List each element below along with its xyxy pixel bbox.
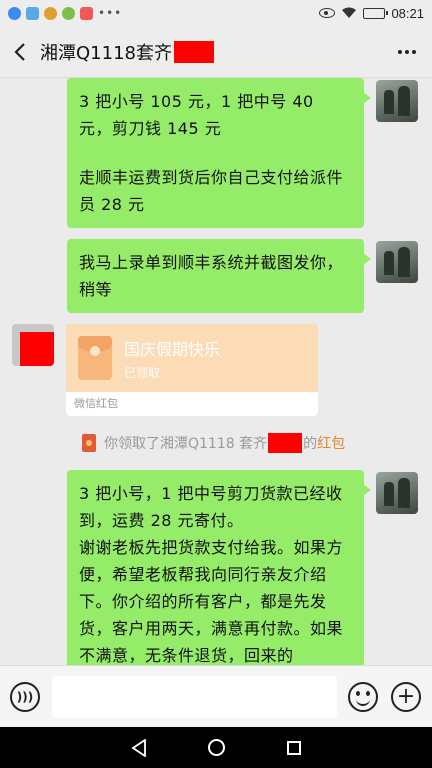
- system-nav-bar: [0, 727, 432, 768]
- redaction-box: [268, 433, 303, 453]
- voice-icon: ))): [16, 690, 34, 704]
- more-actions-button[interactable]: +: [391, 682, 421, 712]
- app-icon-red: [80, 6, 93, 20]
- red-packet-link[interactable]: 红包: [317, 433, 345, 453]
- red-packet-card[interactable]: 国庆假期快乐 已领取 微信红包: [66, 324, 318, 416]
- app-icon-green: [44, 6, 57, 20]
- message-text: 走顺丰运费到货后你自己支付给派件员 28 元: [79, 168, 344, 214]
- triangle-back-icon: [131, 738, 146, 757]
- status-time: 08:21: [391, 5, 424, 21]
- battery-icon: [363, 7, 389, 19]
- message-bubble[interactable]: 3 把小号，1 把中号剪刀货款已经收到，运费 28 元寄付。 谢谢老板先把货款支…: [67, 470, 371, 665]
- red-packet-small-icon: [82, 434, 96, 452]
- dot-icon: [398, 49, 402, 54]
- app-icon-yellow: [62, 6, 75, 20]
- redaction-box: [20, 332, 54, 366]
- status-right: 08:21: [319, 6, 424, 21]
- dot-icon: [405, 49, 409, 54]
- wifi-icon: [342, 7, 357, 18]
- nav-home-button[interactable]: [208, 739, 226, 756]
- contact-avatar[interactable]: [12, 324, 54, 366]
- red-packet-icon: [78, 336, 112, 380]
- more-options-button[interactable]: [382, 26, 432, 78]
- notice-text: 你领取了湘潭Q1118 套齐: [104, 436, 268, 452]
- red-packet-title: 国庆假期快乐: [124, 339, 221, 359]
- self-avatar[interactable]: [376, 80, 418, 122]
- app-icon-blue: [8, 6, 21, 20]
- chat-title: 湘潭Q1118套齐: [40, 42, 172, 64]
- voice-input-button[interactable]: ))): [10, 682, 40, 712]
- overflow-dots-icon: •••: [98, 6, 123, 20]
- message-text: 3 把小号，1 把中号剪刀货款已经收到，运费 28 元寄付。: [79, 484, 343, 530]
- nav-recent-apps-button[interactable]: [287, 740, 302, 755]
- status-left: •••: [8, 6, 122, 20]
- red-packet-body: 国庆假期快乐 已领取: [66, 324, 318, 392]
- app-icon-lightblue: [26, 6, 39, 20]
- message-text: 3 把小号 105 元，1 把中号 40 元，剪刀钱 145 元: [79, 92, 314, 138]
- input-bar: ))) +: [0, 665, 432, 727]
- red-packet-footer: 微信红包: [66, 392, 318, 416]
- eye-icon: [319, 8, 336, 18]
- chat-area[interactable]: 3 把小号 105 元，1 把中号 40 元，剪刀钱 145 元 走顺丰运费到货…: [0, 78, 432, 665]
- redaction-box: [173, 40, 214, 63]
- self-avatar[interactable]: [376, 241, 418, 283]
- red-packet-status: 已领取: [124, 365, 161, 380]
- chat-header: 湘潭Q1118套齐: [0, 26, 432, 78]
- message-input[interactable]: [52, 676, 337, 718]
- back-button[interactable]: [0, 26, 40, 78]
- system-notice: 你领取了湘潭Q1118 套齐 的 红包: [82, 432, 345, 454]
- status-bar: ••• 08:21: [0, 0, 432, 26]
- chevron-left-icon: [14, 42, 25, 61]
- message-bubble[interactable]: 3 把小号 105 元，1 把中号 40 元，剪刀钱 145 元 走顺丰运费到货…: [67, 78, 371, 228]
- message-text: 谢谢老板先把货款支付给我。如果方便，希望老板帮我向同行亲友介绍下。你介绍的所有客…: [79, 538, 344, 665]
- message-text: 我马上录单到顺丰系统并截图发你，稍等: [79, 253, 344, 299]
- self-avatar[interactable]: [376, 472, 418, 514]
- nav-back-button[interactable]: [131, 738, 147, 757]
- emoji-button[interactable]: [348, 682, 378, 712]
- notice-text-suffix: 的: [303, 436, 318, 452]
- message-bubble[interactable]: 我马上录单到顺丰系统并截图发你，稍等: [67, 239, 371, 313]
- dot-icon: [412, 49, 416, 54]
